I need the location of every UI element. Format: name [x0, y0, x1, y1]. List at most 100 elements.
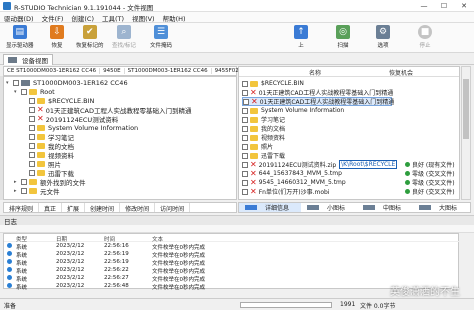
menu-tools[interactable]: 工具(T): [98, 12, 128, 23]
log-row[interactable]: 系统 2023/2/12 22:56:27 文件枚举在0秒内完成: [4, 274, 460, 283]
checkbox[interactable]: [242, 143, 248, 150]
checkbox[interactable]: [242, 125, 248, 132]
scrollbar-thumb[interactable]: [463, 79, 469, 139]
close-button[interactable]: ✕: [454, 0, 474, 12]
list-item[interactable]: ✕ 01天正建筑CAD工程人实战教程零基础入门到精通: [242, 88, 393, 97]
list-item[interactable]: 照片: [242, 142, 273, 151]
tab-modified[interactable]: 修改时间: [120, 203, 156, 213]
folder-icon: [250, 125, 258, 132]
tree-item[interactable]: ✕ 20191124ECU测试资料: [22, 114, 118, 124]
tab-created[interactable]: 创建时间: [85, 203, 121, 213]
recover-button[interactable]: ⇩ 恢复: [50, 24, 64, 52]
tab-sort-rule[interactable]: 排序规则: [4, 203, 40, 213]
file-list-scrollbar[interactable]: [461, 66, 471, 200]
checkbox[interactable]: [29, 133, 35, 140]
checkbox[interactable]: [29, 97, 35, 104]
options-button[interactable]: ⚙ 选项: [376, 24, 390, 52]
list-item[interactable]: 迅雷下载: [242, 151, 285, 160]
log-row[interactable]: 系统 2023/2/12 22:56:16 文件枚举在0秒内完成: [4, 242, 460, 251]
tree-item-drive[interactable]: ▾ ST1000DM003-1ER162 CC46: [6, 78, 128, 87]
checkbox[interactable]: [242, 134, 248, 141]
checkbox[interactable]: [242, 89, 248, 96]
deleted-icon: ✕: [37, 104, 44, 114]
breadcrumb-item[interactable]: 9450E: [100, 68, 125, 74]
log-list[interactable]: 类型 日期 时间 文本 系统 2023/2/12 22:56:16 文件枚举在0…: [3, 233, 460, 291]
tab-small-icons[interactable]: 小图标: [301, 203, 357, 212]
list-item[interactable]: ✕ Fn单位(们万开)沙事.mobi: [242, 187, 330, 196]
breadcrumb-item[interactable]: CE ST1000DM003-1ER162 CC46: [4, 68, 101, 74]
checkbox[interactable]: [243, 98, 249, 105]
list-item[interactable]: ✕ 644_15637843_MVM_5.tmp: [242, 169, 342, 178]
folder-icon: [37, 142, 45, 149]
menu-create[interactable]: 创建(C): [67, 12, 98, 23]
tab-extension[interactable]: 扩展: [62, 203, 86, 213]
log-row[interactable]: 系统 2023/2/12 22:56:19 文件枚举在0秒内完成: [4, 250, 460, 259]
list-item[interactable]: ✕ 9545_14660312_MVM_5.tmp: [242, 178, 346, 187]
folder-icon: [29, 88, 37, 95]
recover-marked-button[interactable]: ✔ 恢复标记的: [76, 24, 104, 52]
checkbox[interactable]: [29, 106, 35, 113]
checkbox[interactable]: [21, 187, 27, 194]
list-item-selected[interactable]: ✕ 01天正建筑CAD工程人实战教程零基础入门到精通: [242, 97, 394, 106]
checkbox[interactable]: [242, 170, 248, 177]
tree-item-metafiles[interactable]: ▸ 元文件: [14, 186, 60, 196]
list-item[interactable]: ✕ 20191124ECU测试资料.zip \K\Root\$RECYCLE: [242, 160, 398, 169]
checkbox[interactable]: [29, 142, 35, 149]
checkbox[interactable]: [29, 151, 35, 158]
info-icon: [7, 267, 12, 272]
log-row[interactable]: 系统 2023/2/12 22:56:22 文件枚举在0秒内完成: [4, 266, 460, 275]
list-item[interactable]: System Volume Information: [242, 106, 344, 115]
checkbox[interactable]: [242, 80, 248, 87]
checkbox[interactable]: [21, 178, 27, 185]
column-recovery-chance[interactable]: 恢复机会: [389, 68, 413, 77]
checkbox[interactable]: [242, 152, 248, 159]
tree-item[interactable]: System Volume Information: [22, 123, 138, 132]
checkbox[interactable]: [242, 107, 248, 114]
tab-details[interactable]: 详细信息: [239, 203, 302, 212]
scan-button[interactable]: ◎ 扫描: [336, 24, 350, 52]
file-list[interactable]: 名称 恢复机会 $RECYCLE.BIN ✕ 01天正建筑CAD工程人实战教程零基…: [238, 66, 460, 200]
menu-help[interactable]: 帮助(H): [159, 12, 190, 23]
folder-icon: [37, 124, 45, 131]
checkbox[interactable]: [13, 79, 19, 86]
tab-real[interactable]: 真正: [39, 203, 63, 213]
tree-item-root[interactable]: ▾ Root: [14, 87, 55, 96]
column-name[interactable]: 名称: [309, 68, 321, 77]
tab-accessed[interactable]: 访问时间: [155, 203, 191, 213]
maximize-button[interactable]: ☐: [434, 0, 454, 12]
minimize-button[interactable]: —: [414, 0, 434, 12]
tab-large-icons[interactable]: 大图标: [413, 203, 469, 212]
tab-medium-icons[interactable]: 中图标: [357, 203, 413, 212]
file-mask-button[interactable]: ☰ 文件掩码: [150, 24, 172, 52]
checkbox[interactable]: [242, 116, 248, 123]
breadcrumb-item[interactable]: ST1000DM003-1ER162 CC46: [125, 68, 212, 74]
up-button[interactable]: ↑ 上: [294, 24, 308, 52]
expand-icon: ▸: [14, 178, 17, 185]
checkbox[interactable]: [242, 179, 248, 186]
view-tab-strip: 设备视图: [0, 53, 474, 65]
menu-view[interactable]: 视图(V): [128, 12, 159, 23]
checkbox[interactable]: [29, 169, 35, 176]
list-item[interactable]: 我的文档: [242, 124, 285, 133]
checkbox[interactable]: [29, 115, 35, 122]
menu-file[interactable]: 文件(F): [38, 12, 68, 23]
checkbox[interactable]: [242, 188, 248, 195]
folder-tree[interactable]: ▾ ST1000DM003-1ER162 CC46 ▾ Root $RECYCLE.…: [3, 76, 237, 200]
folder-icon: [29, 178, 37, 185]
log-row[interactable]: 系统 2023/2/12 22:56:19 文件枚举在0秒内完成: [4, 258, 460, 267]
list-item[interactable]: 学习笔记: [242, 115, 285, 124]
menu-drive[interactable]: 驱动器(D): [0, 12, 38, 23]
tab-device-view[interactable]: 设备视图: [3, 54, 53, 65]
show-drives-button[interactable]: ▤ 显示驱动器: [6, 24, 34, 52]
checkbox[interactable]: [29, 124, 35, 131]
collapse-icon: ▾: [6, 79, 9, 86]
stop-button[interactable]: ■ 停止: [418, 24, 432, 52]
large-icons-icon: [419, 205, 432, 210]
file-path[interactable]: \K\Root\$RECYCLE: [339, 160, 398, 169]
checkbox[interactable]: [21, 88, 27, 95]
checkbox[interactable]: [29, 160, 35, 167]
list-item[interactable]: 视频资料: [242, 133, 285, 142]
list-item[interactable]: $RECYCLE.BIN: [242, 79, 304, 88]
find-mark-button[interactable]: ⌕ 查找/标记: [112, 24, 136, 52]
checkbox[interactable]: [242, 161, 248, 168]
